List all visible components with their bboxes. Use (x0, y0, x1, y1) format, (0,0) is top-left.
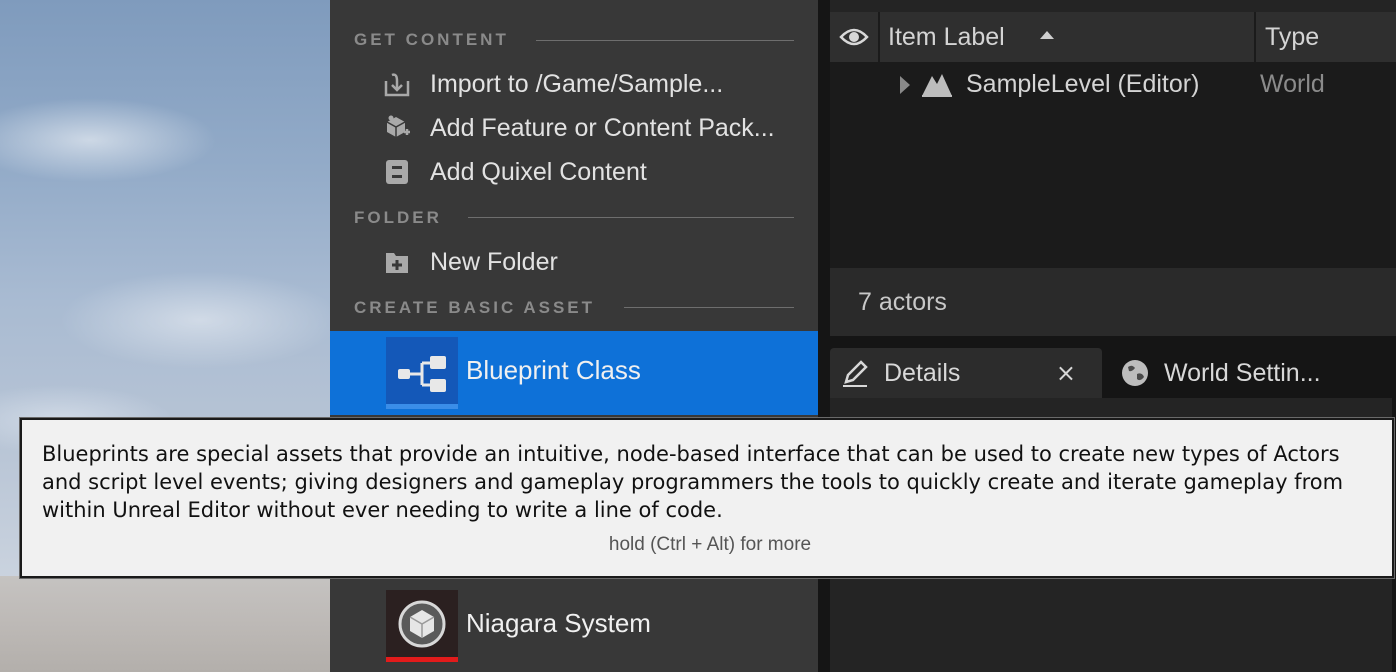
section-get-content: GET CONTENT (354, 30, 509, 49)
actor-count: 7 actors (858, 287, 947, 316)
tab-details[interactable]: Details × (830, 348, 1102, 398)
tooltip-hint: hold (Ctrl + Alt) for more (608, 534, 812, 555)
section-divider (536, 40, 794, 41)
type-column[interactable]: Type (1265, 12, 1319, 62)
niagara-system-label: Niagara System (466, 608, 651, 638)
niagara-icon (398, 600, 446, 648)
viewport-floor (0, 576, 332, 672)
blueprint-class-label: Blueprint Class (466, 355, 641, 385)
new-folder-icon (382, 247, 412, 277)
section-divider (468, 217, 794, 218)
visibility-column[interactable] (830, 12, 880, 62)
item-label-column[interactable]: Item Label (888, 12, 1005, 62)
blueprint-icon (398, 356, 446, 392)
asset-type-color-bar (386, 657, 458, 662)
details-tab-bar: Details × World Settin... (830, 348, 1396, 398)
quixel-icon (382, 157, 412, 187)
outliner-tree: SampleLevel (Editor) World (830, 62, 1396, 268)
outliner-toolbar (830, 0, 1396, 12)
feature-pack-icon (382, 113, 412, 143)
add-quixel-label: Add Quixel Content (430, 157, 647, 186)
expand-arrow-icon[interactable] (900, 76, 910, 94)
tooltip-description: Blueprints are special assets that provi… (42, 442, 1344, 522)
niagara-system-item[interactable]: Niagara System (330, 584, 818, 668)
blueprint-class-item[interactable]: Blueprint Class (330, 331, 818, 415)
outliner-header: Item Label Type (830, 12, 1396, 62)
table-row[interactable]: SampleLevel (Editor) World (830, 62, 1396, 106)
blueprint-class-tooltip: Blueprints are special assets that provi… (20, 418, 1394, 578)
tab-world-settings[interactable]: World Settin... (1110, 348, 1396, 398)
eye-icon (839, 28, 869, 46)
tab-details-label: Details (884, 358, 961, 387)
new-folder-menu-item[interactable]: New Folder (330, 242, 818, 282)
add-feature-menu-item[interactable]: Add Feature or Content Pack... (330, 108, 818, 148)
row-type: World (1260, 69, 1325, 98)
add-quixel-menu-item[interactable]: Add Quixel Content (330, 152, 818, 192)
section-folder: FOLDER (354, 208, 442, 227)
globe-icon (1122, 360, 1148, 386)
row-label: SampleLevel (Editor) (966, 69, 1200, 98)
blueprint-class-thumbnail (386, 337, 458, 409)
column-divider[interactable] (1254, 12, 1256, 62)
sort-ascending-icon (1040, 31, 1054, 39)
section-create-basic-asset: CREATE BASIC ASSET (354, 298, 596, 317)
pencil-icon (843, 360, 868, 387)
tab-world-settings-label: World Settin... (1164, 358, 1321, 387)
outliner-status-bar: 7 actors (830, 268, 1396, 336)
section-divider (624, 307, 794, 308)
asset-type-color-bar (386, 404, 458, 409)
add-feature-label: Add Feature or Content Pack... (430, 113, 775, 142)
level-icon (922, 74, 952, 97)
close-icon[interactable]: × (1056, 359, 1076, 387)
import-label: Import to /Game/Sample... (430, 69, 724, 98)
import-menu-item[interactable]: Import to /Game/Sample... (330, 64, 818, 104)
import-icon (382, 69, 412, 99)
niagara-system-thumbnail (386, 590, 458, 662)
new-folder-label: New Folder (430, 247, 558, 276)
